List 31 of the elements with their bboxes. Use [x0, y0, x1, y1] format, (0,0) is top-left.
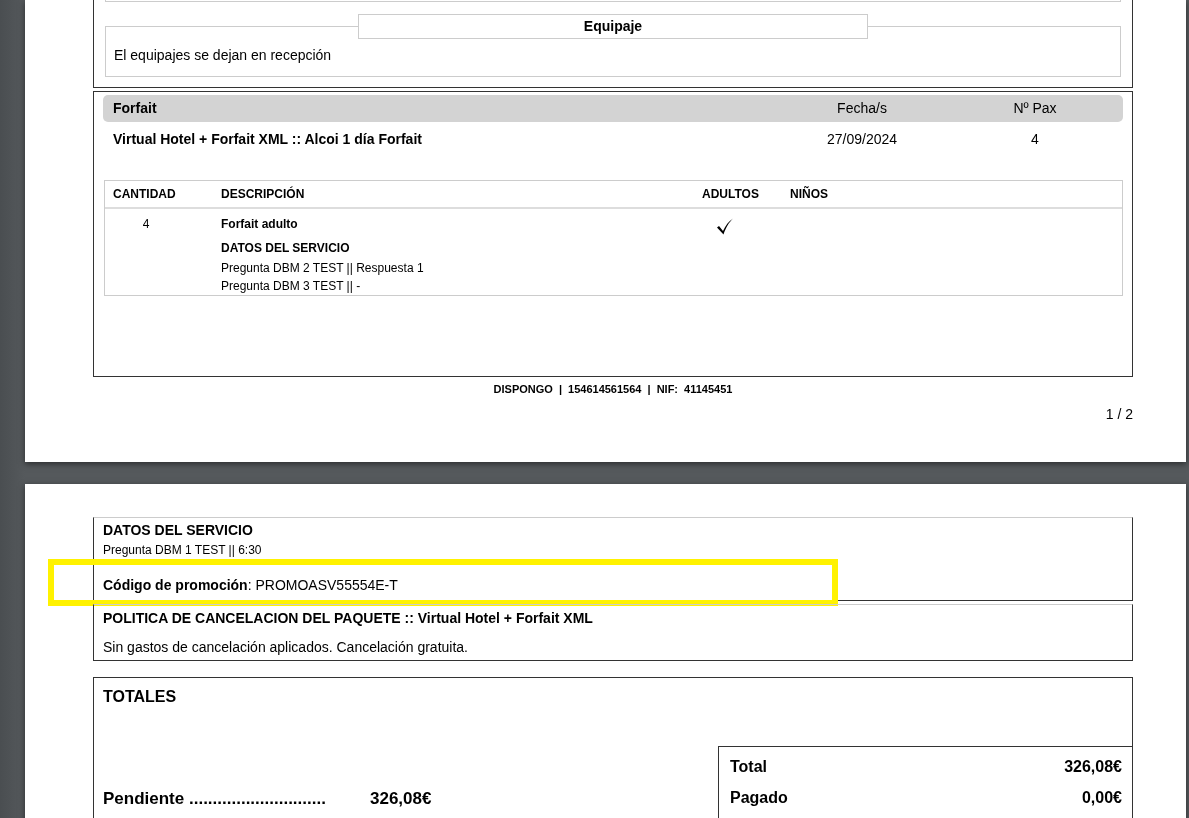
promo-code-text: Código de promoción: PROMOASV55554E-T: [103, 577, 399, 594]
pending-label: Pendiente .............................: [103, 789, 327, 808]
table-cell-text: 4: [141, 217, 151, 233]
service-data-line: Pregunta DBM 3 TEST || -: [221, 278, 362, 295]
summary-amount: 326,08€: [1064, 757, 1122, 776]
header-label: Fecha/s: [837, 100, 887, 117]
summary-label: Pagado: [730, 788, 788, 807]
pax-count: 4: [1031, 130, 1039, 148]
service-data-line: Pregunta DBM 1 TEST || 6:30: [103, 543, 263, 558]
service-name: Virtual Hotel + Forfait XML :: Alcoi 1 día Forfait: [112, 130, 422, 148]
service-data-title: DATOS DEL SERVICIO: [221, 241, 351, 256]
totals-title: TOTALES: [103, 687, 178, 706]
service-data-title: DATOS DEL SERVICIO: [103, 522, 254, 539]
pending-amount: 326,08€: [370, 789, 432, 808]
summary-label: Total: [730, 757, 768, 776]
service-data-line: Pregunta DBM 2 TEST || Respuesta 1: [221, 260, 425, 277]
page-number: 1 / 2: [1105, 406, 1133, 423]
summary-amount: 0,00€: [1081, 788, 1122, 807]
column-header: CANTIDAD: [112, 186, 177, 202]
luggage-note: El equipajes se dejan en recepción: [114, 47, 333, 64]
cancellation-title: POLITICA DE CANCELACION DEL PAQUETE :: Virtual Hotel + Forfait XML: [103, 610, 594, 627]
column-header: ADULTOS: [702, 186, 760, 202]
column-header: DESCRIPCIÓN: [221, 186, 306, 202]
company-footer: DISPONGO | 154614561564 | NIF: 41145451: [493, 383, 733, 396]
cancellation-text: Sin gastos de cancelación aplicados. Cancelación gratuita.: [103, 639, 469, 656]
column-header: NIÑOS: [790, 186, 829, 202]
service-date: 27/09/2024: [826, 130, 898, 148]
section-legend: Equipaje: [358, 14, 868, 39]
header-label: Nº Pax: [1013, 100, 1057, 117]
table-cell-text: Forfait adulto: [221, 217, 299, 232]
header-label: Forfait: [112, 100, 157, 117]
